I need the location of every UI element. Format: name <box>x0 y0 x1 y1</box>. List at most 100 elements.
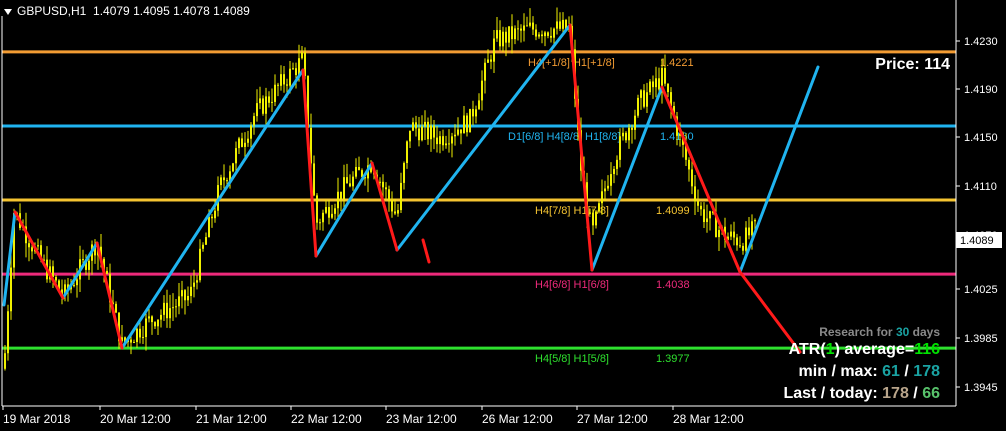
research-info: Research for 30 days <box>819 325 940 339</box>
candle-body <box>508 26 510 43</box>
candle-body <box>412 122 414 131</box>
candle-body <box>607 185 609 189</box>
symbol-label: GBPUSD,H1 <box>17 4 87 18</box>
candle-body <box>340 191 342 199</box>
candle-body <box>388 189 390 201</box>
candle-body <box>439 136 441 145</box>
candle-body <box>553 28 555 38</box>
minmax-label: min / max: <box>798 363 878 380</box>
candle-body <box>277 84 279 86</box>
last-sep: / <box>913 385 918 402</box>
research-days: 30 <box>895 325 910 339</box>
zigzag-down-segment <box>738 270 802 354</box>
atr-period: 1 <box>825 341 835 358</box>
candle-body <box>484 62 486 81</box>
candle-body <box>343 177 345 199</box>
candle-body <box>523 25 525 31</box>
candle-body <box>385 187 387 190</box>
candle-body <box>289 68 291 86</box>
candle-body <box>649 81 651 93</box>
candle-body <box>202 244 204 249</box>
candle-body <box>745 227 747 251</box>
candle-body <box>610 174 612 186</box>
zigzag-up-segment <box>590 85 664 272</box>
candle-body <box>259 98 261 104</box>
candle-body <box>556 21 558 29</box>
candle-body <box>436 137 438 145</box>
candle-body <box>130 339 132 343</box>
time-tick-label: 20 Mar 12:00 <box>100 412 171 426</box>
candle-body <box>37 245 39 247</box>
candle-body <box>646 92 648 107</box>
price-value: 114 <box>924 56 950 73</box>
candle-body <box>589 212 591 214</box>
candle-body <box>136 328 138 343</box>
candle-body <box>226 180 228 182</box>
price-tick-label: 1.4230 <box>964 36 998 48</box>
candle-body <box>652 81 654 88</box>
candle-body <box>208 216 210 238</box>
level-label-5-8: H4[5/8] H1[5/8] <box>535 353 609 365</box>
candle-body <box>637 97 639 116</box>
candle-body <box>754 220 756 222</box>
research-suffix: days <box>912 325 940 339</box>
candle-body <box>520 28 522 31</box>
chart-window[interactable]: H4[+1/8] H1[+1/8] 1.4221 D1[6/8] H4[8/8] H… <box>0 0 1006 431</box>
candle-body <box>655 78 657 88</box>
candle-body <box>106 270 108 274</box>
candle-body <box>409 130 411 142</box>
zigzag-down-segment <box>421 238 431 264</box>
candle-body <box>427 121 429 140</box>
candle-body <box>169 308 171 319</box>
candle-body <box>250 125 252 139</box>
candle-body <box>220 177 222 186</box>
candle-body <box>601 191 603 204</box>
candle-body <box>337 191 339 209</box>
candle-body <box>466 115 468 133</box>
minmax-sep: / <box>904 363 909 380</box>
level-label-6-8: H4[6/8] H1[6/8] <box>535 279 609 291</box>
atr-suffix: ) average= <box>834 341 915 358</box>
candle-body <box>262 98 264 114</box>
candle-body <box>148 316 150 319</box>
dropdown-triangle-icon[interactable] <box>4 8 12 15</box>
candle-body <box>274 84 276 102</box>
candle-body <box>211 216 213 219</box>
candle-body <box>628 127 630 141</box>
candle-body <box>490 59 492 62</box>
last-value: 178 <box>882 385 909 402</box>
candle-body <box>424 121 426 127</box>
candle-body <box>268 96 270 103</box>
candle-body <box>667 83 669 93</box>
atr-prefix: ATR( <box>788 341 826 358</box>
candle-body <box>604 188 606 192</box>
time-tick-label: 23 Mar 12:00 <box>386 412 457 426</box>
candle-body <box>175 306 177 308</box>
candle-body <box>313 163 315 196</box>
candle-body <box>7 311 9 354</box>
candle-body <box>214 210 216 219</box>
candle-body <box>352 176 354 187</box>
candle-body <box>442 136 444 146</box>
last-label: Last / today: <box>783 385 878 402</box>
candle-body <box>166 302 168 319</box>
candle-body <box>718 230 720 238</box>
level-label-7-8: H4[7/8] H1[7/8] <box>535 205 609 217</box>
chart-header: GBPUSD,H1 1.4079 1.4095 1.4078 1.4089 <box>4 4 250 18</box>
zigzag-up-segment <box>738 65 820 274</box>
candle-body <box>535 29 537 37</box>
candle-body <box>133 342 135 344</box>
candle-body <box>748 227 750 236</box>
candle-body <box>457 129 459 135</box>
price-tick-label: 1.3985 <box>964 333 998 345</box>
current-price-label: 1.4089 <box>960 235 994 247</box>
candle-body <box>493 38 495 62</box>
candle-body <box>31 247 33 252</box>
candle-body <box>541 34 543 37</box>
candle-body <box>328 207 330 218</box>
candle-body <box>421 126 423 141</box>
candle-body <box>448 143 450 145</box>
candle-body <box>499 30 501 47</box>
candle-body <box>736 237 738 246</box>
candle-body <box>253 116 255 126</box>
